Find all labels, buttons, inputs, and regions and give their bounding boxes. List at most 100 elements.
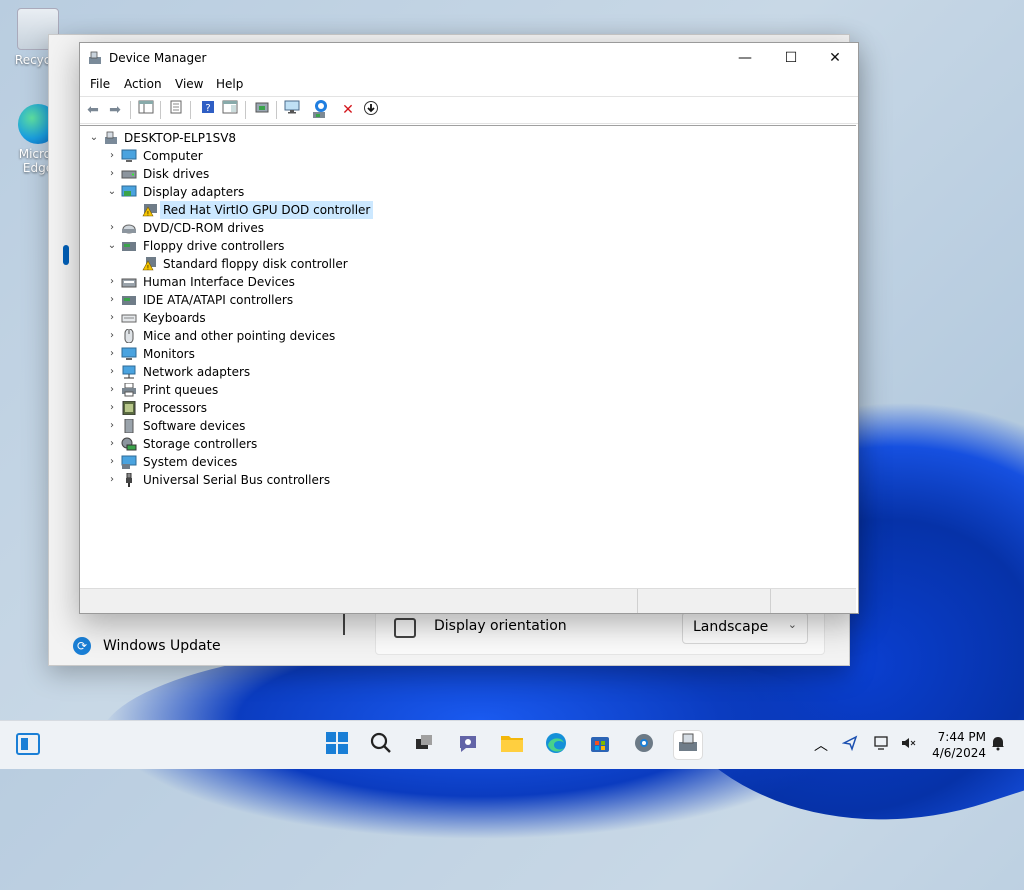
tree-root[interactable]: ⌄ DESKTOP-ELP1SV8 bbox=[88, 129, 288, 147]
back-icon[interactable]: ⬅ bbox=[83, 100, 103, 120]
tree-category-disk-drives[interactable]: › Disk drives bbox=[106, 165, 306, 183]
chevron-right-icon[interactable]: › bbox=[106, 273, 118, 291]
maximize-button[interactable]: ☐ bbox=[768, 43, 814, 73]
chevron-down-icon[interactable]: ⌄ bbox=[106, 183, 118, 201]
tree-category-computer[interactable]: › Computer bbox=[106, 147, 306, 165]
start-icon[interactable] bbox=[323, 731, 351, 759]
tree-category-label: IDE ATA/ATAPI controllers bbox=[143, 293, 294, 307]
tree-category-dvd-cdrom[interactable]: › DVD/CD-ROM drives bbox=[106, 219, 306, 237]
tree-category-processors[interactable]: › Processors bbox=[106, 399, 306, 417]
minimize-button[interactable]: — bbox=[722, 43, 768, 73]
orientation-icon bbox=[394, 618, 416, 638]
enable-device-icon[interactable] bbox=[310, 100, 330, 120]
tree-category-network-adapters[interactable]: › Network adapters bbox=[106, 363, 306, 381]
uninstall-device-icon[interactable]: ✕ bbox=[338, 100, 358, 120]
tree-category-monitors[interactable]: › Monitors bbox=[106, 345, 306, 363]
tree-category-mice[interactable]: › Mice and other pointing devices bbox=[106, 327, 356, 345]
svg-text:!: ! bbox=[147, 265, 149, 272]
update-driver-icon[interactable] bbox=[252, 100, 272, 120]
chevron-right-icon[interactable]: › bbox=[106, 345, 118, 363]
volume-muted-icon[interactable] bbox=[900, 735, 916, 754]
usb-icon bbox=[126, 473, 132, 487]
disable-device-icon[interactable] bbox=[361, 100, 381, 120]
software-device-icon bbox=[124, 419, 134, 433]
tree-category-label: Human Interface Devices bbox=[143, 275, 295, 289]
tree-category-label: Software devices bbox=[143, 419, 246, 433]
tree-device-standard-floppy[interactable]: ! Standard floppy disk controller bbox=[142, 255, 442, 273]
settings-icon[interactable] bbox=[630, 731, 658, 759]
status-segment bbox=[637, 589, 771, 613]
chevron-right-icon[interactable]: › bbox=[106, 219, 118, 237]
tree-category-label: Keyboards bbox=[143, 311, 206, 325]
nav-windows-update[interactable]: ⟳ Windows Update bbox=[73, 637, 221, 655]
properties-pane-icon[interactable] bbox=[136, 100, 156, 120]
warning-device-icon: ! bbox=[142, 204, 157, 218]
location-icon[interactable] bbox=[841, 735, 858, 754]
menu-file[interactable]: File bbox=[90, 77, 110, 91]
tree-category-keyboards[interactable]: › Keyboards bbox=[106, 309, 306, 327]
computer-icon bbox=[105, 131, 117, 144]
chevron-right-icon[interactable]: › bbox=[106, 147, 118, 165]
chevron-right-icon[interactable]: › bbox=[106, 291, 118, 309]
menu-help[interactable]: Help bbox=[216, 77, 243, 91]
tree-category-label: Print queues bbox=[143, 383, 219, 397]
chevron-right-icon[interactable]: › bbox=[106, 309, 118, 327]
svg-text:!: ! bbox=[147, 211, 149, 218]
orientation-select[interactable]: Landscape ⌄ bbox=[682, 612, 808, 644]
chevron-down-icon[interactable]: ⌄ bbox=[88, 129, 100, 147]
tree-device-red-hat-virtio-gpu[interactable]: ! Red Hat VirtIO GPU DOD controller bbox=[142, 201, 442, 219]
system-device-icon bbox=[121, 455, 137, 469]
file-explorer-icon[interactable] bbox=[498, 731, 526, 759]
tree-category-label: Floppy drive controllers bbox=[143, 239, 285, 253]
search-icon[interactable] bbox=[367, 731, 395, 759]
show-hide-console-tree-icon[interactable] bbox=[220, 100, 240, 120]
tree-category-label: DVD/CD-ROM drives bbox=[143, 221, 265, 235]
task-view-icon[interactable] bbox=[410, 731, 438, 759]
tree-category-floppy-controllers[interactable]: ⌄ Floppy drive controllers bbox=[106, 237, 306, 255]
device-manager-icon[interactable] bbox=[674, 731, 702, 759]
chevron-right-icon[interactable]: › bbox=[106, 399, 118, 417]
chevron-right-icon[interactable]: › bbox=[106, 165, 118, 183]
tree-category-usb[interactable]: › Universal Serial Bus controllers bbox=[106, 471, 356, 489]
dvd-drive-icon bbox=[122, 224, 136, 234]
tree-category-system-devices[interactable]: › System devices bbox=[106, 453, 306, 471]
tree-category-display-adapters[interactable]: ⌄ Display adapters bbox=[106, 183, 306, 201]
forward-icon[interactable]: ➡ bbox=[105, 100, 125, 120]
chevron-right-icon[interactable]: › bbox=[106, 471, 118, 489]
tree-category-storage-controllers[interactable]: › Storage controllers bbox=[106, 435, 306, 453]
chat-icon[interactable] bbox=[454, 731, 482, 759]
tree-category-hid[interactable]: › Human Interface Devices bbox=[106, 273, 306, 291]
tree-device-label: Red Hat VirtIO GPU DOD controller bbox=[160, 201, 374, 219]
chevron-right-icon[interactable]: › bbox=[106, 327, 118, 345]
toolbar-separator bbox=[276, 101, 277, 119]
menu-action[interactable]: Action bbox=[124, 77, 162, 91]
tree-category-label: Network adapters bbox=[143, 365, 251, 379]
tree-category-print-queues[interactable]: › Print queues bbox=[106, 381, 306, 399]
tree-category-ide[interactable]: › IDE ATA/ATAPI controllers bbox=[106, 291, 306, 309]
monitor-icon bbox=[121, 347, 137, 360]
network-icon[interactable] bbox=[874, 735, 892, 754]
clock[interactable]: 7:44 PM 4/6/2024 bbox=[928, 729, 986, 761]
title-bar[interactable]: Device Manager — ☐ ✕ bbox=[80, 43, 858, 73]
tree-category-label: Universal Serial Bus controllers bbox=[143, 473, 331, 487]
chevron-right-icon[interactable]: › bbox=[106, 435, 118, 453]
close-button[interactable]: ✕ bbox=[812, 43, 858, 73]
chevron-up-icon[interactable]: ︿ bbox=[814, 735, 828, 755]
menu-view[interactable]: View bbox=[175, 77, 203, 91]
properties-icon[interactable] bbox=[166, 100, 186, 120]
store-icon[interactable] bbox=[586, 731, 614, 759]
orientation-value: Landscape bbox=[693, 619, 769, 635]
scan-hardware-icon[interactable] bbox=[283, 100, 303, 120]
help-icon[interactable]: ? bbox=[198, 100, 218, 120]
chevron-down-icon[interactable]: ⌄ bbox=[106, 237, 118, 255]
chevron-right-icon[interactable]: › bbox=[106, 381, 118, 399]
toolbar-separator bbox=[130, 101, 131, 119]
tree-category-label: Display adapters bbox=[143, 185, 245, 199]
chevron-right-icon[interactable]: › bbox=[106, 417, 118, 435]
edge-icon[interactable] bbox=[542, 731, 570, 759]
notification-icon[interactable] bbox=[990, 735, 1006, 754]
chevron-right-icon[interactable]: › bbox=[106, 453, 118, 471]
tree-category-software-devices[interactable]: › Software devices bbox=[106, 417, 306, 435]
chevron-right-icon[interactable]: › bbox=[106, 363, 118, 381]
widgets-icon[interactable] bbox=[14, 731, 42, 759]
